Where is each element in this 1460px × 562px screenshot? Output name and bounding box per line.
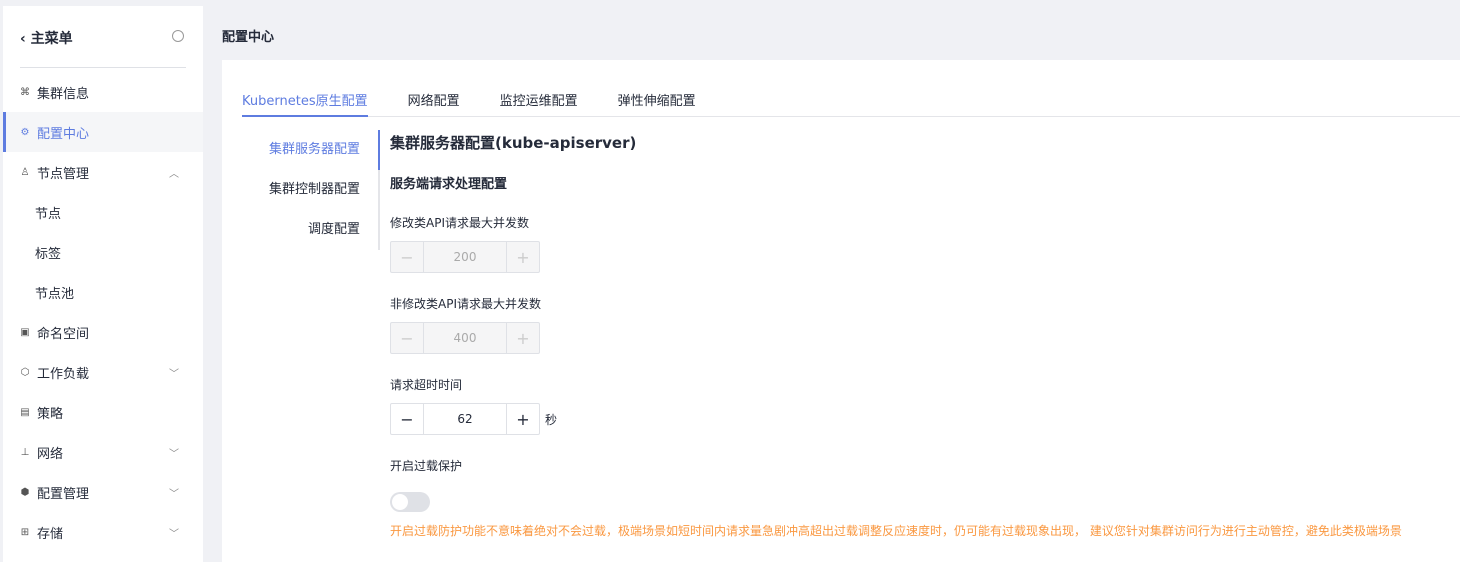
sidebar-item-node-management[interactable]: ♙ 节点管理 ︿ bbox=[3, 152, 203, 192]
sidebar-item-node-pools[interactable]: 节点池 bbox=[3, 272, 203, 312]
sidebar-item-config-center[interactable]: ⚙ 配置中心 bbox=[3, 112, 203, 152]
minus-icon: − bbox=[400, 247, 414, 267]
network-icon: ⊥ bbox=[20, 446, 30, 458]
storage-icon: ⊞ bbox=[20, 526, 30, 538]
subsection-title: 服务端请求处理配置 bbox=[390, 177, 508, 192]
overload-label: 开启过载保护 bbox=[390, 459, 463, 473]
sub-navigation: 集群服务器配置 集群控制器配置 调度配置 bbox=[240, 130, 380, 250]
label: 集群信息 bbox=[37, 86, 90, 102]
sidebar-item-workloads[interactable]: ⬡ 工作负载 ﹀ bbox=[3, 352, 203, 392]
label: 节点管理 bbox=[37, 166, 90, 182]
value: 400 bbox=[423, 323, 507, 353]
tab-kubernetes[interactable]: Kubernetes原生配置 bbox=[242, 80, 368, 117]
sidebar-item-network[interactable]: ⊥ 网络 ﹀ bbox=[3, 432, 203, 472]
request-timeout-stepper: −62 + bbox=[390, 403, 540, 435]
label: 策略 bbox=[37, 406, 64, 422]
plus-icon: + bbox=[516, 328, 530, 348]
config-card: Kubernetes原生配置 网络配置 监控运维配置 弹性伸缩配置 集群服务器配… bbox=[222, 60, 1460, 562]
minus-icon: − bbox=[400, 328, 414, 348]
label: 配置中心 bbox=[37, 126, 90, 142]
sidebar-item-storage[interactable]: ⊞ 存储 ﹀ bbox=[3, 512, 203, 552]
sidebar-item-labels[interactable]: 标签 bbox=[3, 232, 203, 272]
label: 节点 bbox=[35, 206, 62, 222]
label: 标签 bbox=[35, 246, 62, 262]
page-title: 配置中心 bbox=[222, 30, 275, 45]
cluster-icon: ⌘ bbox=[20, 86, 30, 98]
sidebar-item-namespaces[interactable]: ▣ 命名空间 bbox=[3, 312, 203, 352]
unit-label: 秒 bbox=[545, 412, 558, 427]
overload-protection-toggle[interactable] bbox=[390, 492, 430, 512]
tabs: Kubernetes原生配置 网络配置 监控运维配置 弹性伸缩配置 bbox=[242, 80, 1460, 117]
policy-icon: ▤ bbox=[20, 406, 30, 418]
config-icon: ⚙ bbox=[20, 126, 30, 138]
config-manage-icon: ⬢ bbox=[20, 486, 30, 498]
config-form: 集群服务器配置(kube-apiserver) 服务端请求处理配置 修改类API… bbox=[390, 132, 1402, 539]
sidebar-item-cluster-info[interactable]: ⌘ 集群信息 bbox=[3, 72, 203, 112]
tab-network[interactable]: 网络配置 bbox=[408, 80, 460, 117]
chevron-down-icon: ﹀ bbox=[169, 448, 179, 460]
namespace-icon: ▣ bbox=[20, 326, 30, 338]
request-timeout-label: 请求超时时间 bbox=[390, 378, 463, 392]
value: 200 bbox=[423, 242, 507, 272]
label: 节点池 bbox=[35, 286, 75, 302]
label: 网络 bbox=[37, 446, 64, 462]
sidebar: ‹ 主菜单 ⌘ 集群信息 ⚙ 配置中心 ♙ 节点管理 ︿ 节点 标签 节点池 ▣ 命名空间… bbox=[3, 6, 203, 562]
chevron-up-icon: ︿ bbox=[169, 168, 179, 180]
subnav-apiserver[interactable]: 集群服务器配置 bbox=[240, 130, 380, 170]
mutating-limit-label: 修改类API请求最大并发数 bbox=[390, 216, 529, 230]
subnav-controller[interactable]: 集群控制器配置 bbox=[240, 170, 378, 210]
label: 命名空间 bbox=[37, 326, 90, 342]
request-timeout-input[interactable]: 62 bbox=[423, 404, 507, 434]
plus-icon: + bbox=[516, 247, 530, 267]
increment-button[interactable]: + bbox=[507, 404, 539, 434]
nonmutating-limit-stepper: −400 + bbox=[390, 322, 540, 354]
mutating-limit-stepper: −200 + bbox=[390, 241, 540, 273]
sidebar-item-policies[interactable]: ▤ 策略 bbox=[3, 392, 203, 432]
chevron-down-icon: ﹀ bbox=[169, 488, 179, 500]
sidebar-header: ‹ 主菜单 bbox=[20, 28, 186, 68]
nonmutating-limit-label: 非修改类API请求最大并发数 bbox=[390, 297, 541, 311]
back-to-main-menu[interactable]: ‹ 主菜单 bbox=[20, 28, 73, 48]
label: 配置管理 bbox=[37, 486, 90, 502]
sidebar-title: 主菜单 bbox=[30, 31, 73, 47]
overload-warning: 开启过载防护功能不意味着绝对不会过载，极端场景如短时间内请求量急剧冲高超出过载调… bbox=[390, 524, 1402, 538]
tab-autoscaling[interactable]: 弹性伸缩配置 bbox=[618, 80, 696, 117]
subnav-scheduler[interactable]: 调度配置 bbox=[240, 210, 378, 250]
sidebar-item-config-management[interactable]: ⬢ 配置管理 ﹀ bbox=[3, 472, 203, 512]
label: 存储 bbox=[37, 526, 64, 542]
node-icon: ♙ bbox=[20, 166, 30, 178]
decrement-button[interactable]: − bbox=[391, 404, 423, 434]
chevron-down-icon: ﹀ bbox=[169, 368, 179, 380]
section-title: 集群服务器配置(kube-apiserver) bbox=[390, 134, 637, 152]
workload-icon: ⬡ bbox=[20, 366, 30, 378]
tab-monitoring[interactable]: 监控运维配置 bbox=[500, 80, 578, 117]
label: 工作负载 bbox=[37, 366, 90, 382]
chevron-down-icon: ﹀ bbox=[169, 528, 179, 540]
search-icon[interactable] bbox=[172, 30, 184, 42]
sidebar-item-nodes[interactable]: 节点 bbox=[3, 192, 203, 232]
